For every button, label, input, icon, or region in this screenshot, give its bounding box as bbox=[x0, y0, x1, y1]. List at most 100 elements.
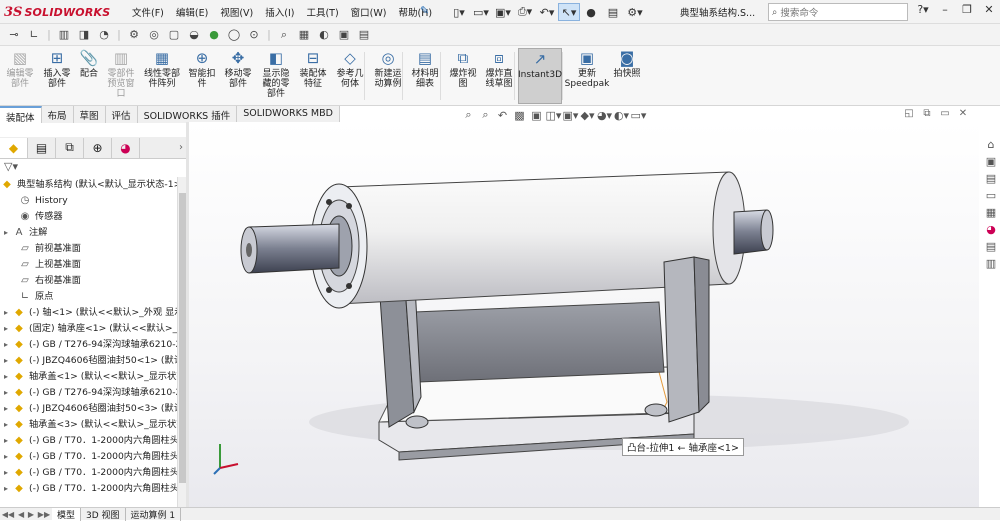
tree-item[interactable]: ▸ ◆ (-) GB / T70．1-2000内六角圆柱头 bbox=[0, 465, 178, 481]
ribbon-button-assembly-features[interactable]: ⊟ 装配体 特征 bbox=[296, 48, 330, 104]
tree-item[interactable]: ▱ 右视基准面 bbox=[0, 273, 178, 289]
prev-tab-icon[interactable]: ◀ bbox=[18, 510, 24, 519]
measure-icon[interactable]: ⌕ bbox=[274, 26, 294, 44]
assembly-model[interactable] bbox=[189, 122, 979, 510]
ribbon-button-explode-line-sketch[interactable]: ⧈ 爆炸直 线草图 bbox=[482, 48, 516, 104]
expand-arrow-icon[interactable]: ▸ bbox=[0, 353, 12, 369]
viewport-tile-icon[interactable]: ⧉ bbox=[918, 108, 936, 119]
draft-icon[interactable]: ◒ bbox=[184, 26, 204, 44]
tree-item[interactable]: ▸ ◆ (-) GB / T70．1-2000内六角圆柱头 bbox=[0, 449, 178, 465]
new-document-icon[interactable]: ▯▾ bbox=[448, 3, 470, 21]
solidworks-logo[interactable]: 3S SOLIDWORKS bbox=[4, 4, 110, 21]
view-orientation-icon[interactable]: ◫▾ bbox=[545, 109, 562, 122]
hole-icon[interactable]: ◎ bbox=[144, 26, 164, 44]
displaymanager-tab-icon[interactable]: ◕ bbox=[112, 137, 140, 158]
pin-green-icon[interactable]: ● bbox=[204, 26, 224, 44]
viewport-close-icon[interactable]: ✕ bbox=[954, 108, 972, 119]
tab-motion-study[interactable]: 运动算例 1 bbox=[126, 507, 182, 521]
tree-item[interactable]: ▸ ◆ (固定) 轴承座<1> (默认<<默认>_显 bbox=[0, 321, 178, 337]
appearances-icon[interactable]: ◕ bbox=[982, 223, 1000, 240]
design-library-icon[interactable]: ▤ bbox=[982, 172, 1000, 189]
ribbon-button-show-hidden[interactable]: ◧ 显示隐 藏的零 部件 bbox=[258, 48, 294, 104]
viewport-restore-icon[interactable]: ◱ bbox=[900, 108, 918, 119]
previous-view-icon[interactable]: ↶ bbox=[494, 109, 511, 122]
expand-arrow-icon[interactable]: ▸ bbox=[0, 433, 12, 449]
last-tab-icon[interactable]: ▶▶ bbox=[38, 510, 50, 519]
zoom-to-area-icon[interactable]: ⌕ bbox=[477, 108, 494, 122]
ribbon-button-edit-component[interactable]: ▧ 编辑零 部件 bbox=[4, 48, 36, 104]
menu-file[interactable]: 文件(F) bbox=[132, 5, 164, 19]
open-icon[interactable]: ▭▾ bbox=[470, 3, 492, 21]
ribbon-button-snapshot[interactable]: ◙ 拍快照 bbox=[612, 48, 642, 104]
menu-edit[interactable]: 编辑(E) bbox=[176, 5, 208, 19]
expand-arrow-icon[interactable]: ▸ bbox=[0, 385, 12, 401]
tree-item[interactable]: ▸ ◆ 轴承盖<1> (默认<<默认>_显示状态 bbox=[0, 369, 178, 385]
section-icon[interactable]: ▦ bbox=[294, 26, 314, 44]
dimxpert-tab-icon[interactable]: ⊕ bbox=[84, 137, 112, 158]
ribbon-button-move-component[interactable]: ✥ 移动零 部件 bbox=[220, 48, 256, 104]
configurationmanager-tab-icon[interactable]: ⧉ bbox=[56, 137, 84, 158]
undo-icon[interactable]: ↶▾ bbox=[536, 3, 558, 21]
feature-icon[interactable]: ▥ bbox=[54, 26, 74, 44]
tree-item[interactable]: ▱ 上视基准面 bbox=[0, 257, 178, 273]
tab-assembly[interactable]: 装配体 bbox=[0, 106, 42, 124]
solidworks-forum-icon[interactable]: ▥ bbox=[982, 257, 1000, 274]
minimize-button[interactable]: – bbox=[934, 3, 956, 16]
expand-panel-icon[interactable]: › bbox=[179, 142, 183, 153]
fillet-icon[interactable]: ◯ bbox=[224, 26, 244, 44]
file-explorer-icon[interactable]: ▭ bbox=[982, 189, 1000, 206]
ribbon-button-update-speedpak[interactable]: ▣ 更新 Speedpak bbox=[565, 48, 610, 104]
filter-icon[interactable]: ▽▾ bbox=[0, 160, 187, 176]
tab-sketch[interactable]: 草图 bbox=[74, 106, 106, 123]
expand-arrow-icon[interactable]: ▸ bbox=[0, 305, 12, 321]
scrollbar-thumb[interactable] bbox=[179, 193, 186, 483]
dynamic-annotation-icon[interactable]: ▣ bbox=[528, 109, 545, 122]
expand-arrow-icon[interactable]: ▸ bbox=[0, 481, 12, 497]
propertymanager-tab-icon[interactable]: ▤ bbox=[28, 137, 56, 158]
smart-dimension-icon[interactable]: ⊸ bbox=[4, 26, 24, 44]
first-tab-icon[interactable]: ◀◀ bbox=[2, 510, 14, 519]
tree-item[interactable]: ▸ ◆ 轴承盖<3> (默认<<默认>_显示状态 bbox=[0, 417, 178, 433]
tab-3d-views[interactable]: 3D 视图 bbox=[81, 507, 126, 521]
resources-icon[interactable]: ▣ bbox=[982, 155, 1000, 172]
ribbon-button-linear-pattern[interactable]: ▦ 线性零部 件阵列 bbox=[140, 48, 184, 104]
tab-layout[interactable]: 布局 bbox=[42, 106, 74, 123]
close-button[interactable]: ✕ bbox=[978, 3, 1000, 16]
tree-item[interactable]: ▸ A 注解 bbox=[0, 225, 178, 241]
edit-appearance-icon[interactable]: ◕▾ bbox=[596, 109, 613, 122]
featuremanager-tab-icon[interactable]: ◆ bbox=[0, 137, 28, 158]
ribbon-button-new-motion-study[interactable]: ◎ 新建运 动算例 bbox=[370, 48, 406, 104]
ribbon-button-mate[interactable]: 📎 配合 bbox=[76, 48, 102, 104]
expand-arrow-icon[interactable]: ▸ bbox=[0, 401, 12, 417]
display-style-icon[interactable]: ▣▾ bbox=[562, 109, 579, 122]
tree-item[interactable]: ▸ ◆ (-) GB / T276-94深沟球轴承6210-2 bbox=[0, 385, 178, 401]
tree-root[interactable]: ◆ 典型轴系结构 (默认<默认_显示状态-1>) bbox=[0, 177, 178, 193]
view-palette-icon[interactable]: ▦ bbox=[982, 206, 1000, 223]
menu-tools[interactable]: 工具(T) bbox=[306, 5, 338, 19]
appearance-icon[interactable]: ◐ bbox=[314, 26, 334, 44]
home-icon[interactable]: ⌂ bbox=[982, 138, 1000, 155]
print-icon[interactable]: ⎙▾ bbox=[514, 3, 536, 21]
tree-scrollbar[interactable] bbox=[177, 177, 186, 507]
ribbon-button-smart-fasteners[interactable]: ⊕ 智能扣 件 bbox=[186, 48, 218, 104]
ribbon-button-component-preview[interactable]: ▥ 零部件 预览窗 口 bbox=[104, 48, 138, 104]
ribbon-button-instant3d[interactable]: ↗ Instant3D bbox=[518, 48, 562, 104]
scene-icon[interactable]: ▤ bbox=[354, 26, 374, 44]
sketch-icon[interactable]: ∟ bbox=[24, 26, 44, 44]
search-input[interactable]: ⌕ 搜索命令 bbox=[768, 3, 908, 21]
view-settings-icon[interactable]: ▭▾ bbox=[630, 109, 647, 122]
ribbon-button-bom[interactable]: ▤ 材料明 细表 bbox=[408, 48, 442, 104]
tree-item[interactable]: ▸ ◆ (-) GB / T70．1-2000内六角圆柱头 bbox=[0, 433, 178, 449]
zoom-to-fit-icon[interactable]: ⌕ bbox=[460, 108, 477, 122]
save-icon[interactable]: ▣▾ bbox=[492, 3, 514, 21]
rebuild-icon[interactable]: ● bbox=[580, 3, 602, 21]
tree-item[interactable]: ▸ ◆ (-) 轴<1> (默认<<默认>_外观 显示 bbox=[0, 305, 178, 321]
menu-window[interactable]: 窗口(W) bbox=[351, 5, 387, 19]
expand-arrow-icon[interactable]: ▸ bbox=[0, 225, 12, 241]
menu-view[interactable]: 视图(V) bbox=[220, 5, 253, 19]
options-gear-icon[interactable]: ⚙▾ bbox=[624, 3, 646, 21]
tree-item[interactable]: ∟ 原点 bbox=[0, 289, 178, 305]
mirror-icon[interactable]: ◨ bbox=[74, 26, 94, 44]
tree-item[interactable]: ▸ ◆ (-) GB / T70．1-2000内六角圆柱头 bbox=[0, 481, 178, 497]
tab-evaluate[interactable]: 评估 bbox=[106, 106, 138, 123]
